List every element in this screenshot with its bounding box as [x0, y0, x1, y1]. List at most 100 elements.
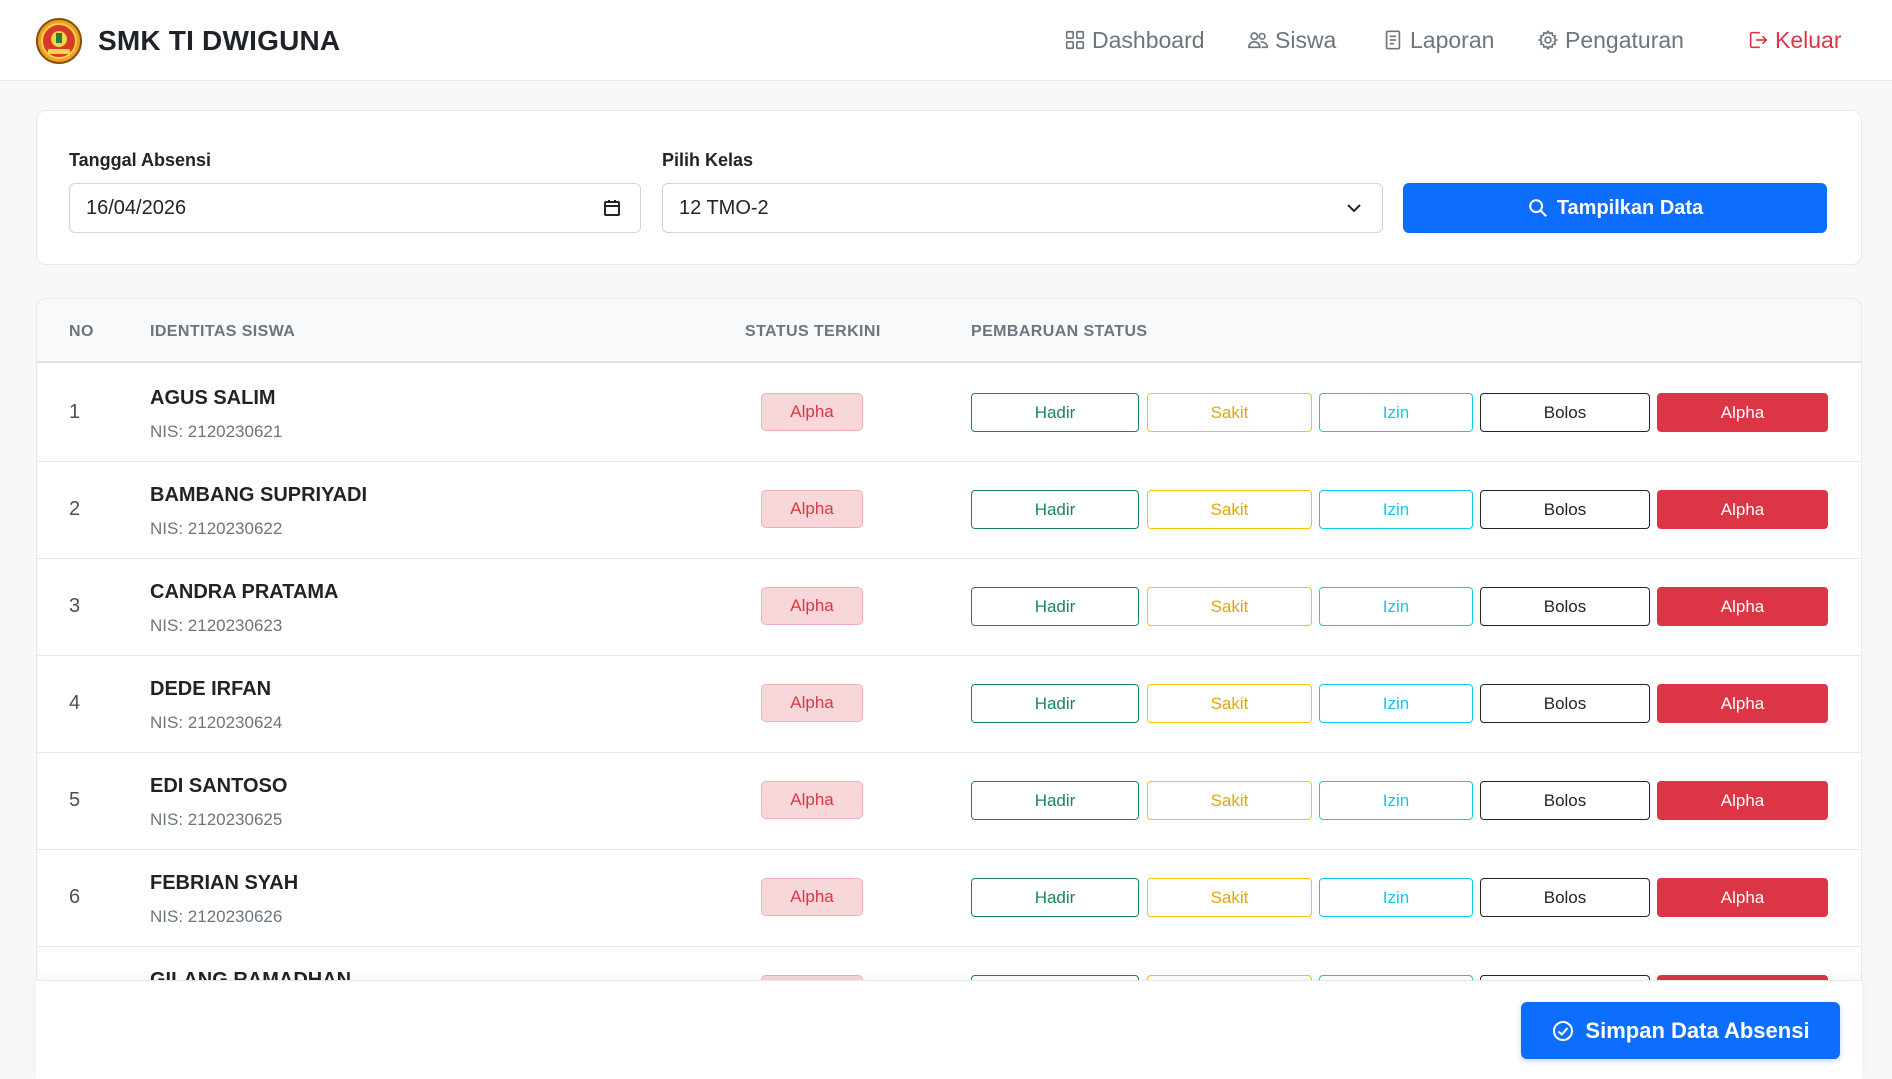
izin-button[interactable]: Izin [1319, 781, 1473, 820]
student-nis: NIS: 2120230621 [150, 422, 283, 441]
row-number: 3 [69, 595, 81, 617]
nav-keluar-label: Keluar [1775, 26, 1842, 53]
table-header: NO IDENTITAS SISWA STATUS TERKINI PEMBAR… [37, 299, 1861, 363]
student-name: BAMBANG SUPRIYADI [150, 484, 368, 506]
header-update-status: PEMBARUAN STATUS [971, 323, 1148, 340]
sakit-button-label: Sakit [1210, 887, 1249, 907]
izin-button[interactable]: Izin [1319, 684, 1473, 723]
nav-siswa-label: Siswa [1275, 26, 1337, 53]
student-name: DEDE IRFAN [150, 678, 272, 700]
izin-button[interactable]: Izin [1319, 490, 1473, 529]
hadir-button[interactable]: Hadir [971, 393, 1139, 432]
gear-icon [1537, 29, 1559, 51]
izin-button[interactable]: Izin [1319, 587, 1473, 626]
brand[interactable]: SMK TI DWIGUNA [35, 17, 340, 65]
alpha-button[interactable]: Alpha [1657, 781, 1828, 820]
alpha-button[interactable]: Alpha [1657, 878, 1828, 917]
hadir-button[interactable]: Hadir [971, 878, 1139, 917]
bolos-button[interactable]: Bolos [1480, 490, 1650, 529]
alpha-button[interactable]: Alpha [1657, 587, 1828, 626]
show-data-label: Tampilkan Data [1556, 196, 1704, 219]
student-nis: NIS: 2120230626 [150, 907, 283, 926]
bolos-button[interactable]: Bolos [1480, 684, 1650, 723]
table-row: 3 CANDRA PRATAMA NIS: 2120230623 Alpha Hadir… [37, 559, 1861, 656]
table-row: 2 BAMBANG SUPRIYADI NIS: 2120230622 Alpha Ha… [37, 462, 1861, 559]
calendar-icon[interactable] [602, 198, 622, 218]
alpha-button-label: Alpha [1720, 790, 1765, 810]
sakit-button[interactable]: Sakit [1147, 393, 1312, 432]
izin-button[interactable]: Izin [1319, 393, 1473, 432]
izin-button-label: Izin [1382, 402, 1410, 422]
bolos-button[interactable]: Bolos [1480, 878, 1650, 917]
nav-dashboard[interactable]: Dashboard [1064, 24, 1205, 56]
save-attendance-label: Simpan Data Absensi [1585, 1017, 1810, 1043]
alpha-button-label: Alpha [1720, 693, 1765, 713]
status-badge: Alpha [761, 393, 863, 431]
izin-button-label: Izin [1382, 790, 1410, 810]
show-data-button[interactable]: Tampilkan Data [1403, 183, 1827, 233]
nav-laporan[interactable]: Laporan [1382, 24, 1494, 56]
table-row: 6 FEBRIAN SYAH NIS: 2120230626 Alpha Hadir Sa… [37, 850, 1861, 947]
bolos-button-label: Bolos [1543, 596, 1587, 616]
table-row: 5 EDI SANTOSO NIS: 2120230625 Alpha Hadir Sak… [37, 753, 1861, 850]
alpha-button[interactable]: Alpha [1657, 393, 1828, 432]
izin-button-label: Izin [1382, 596, 1410, 616]
status-badge: Alpha [761, 587, 863, 625]
table-row: 4 DEDE IRFAN NIS: 2120230624 Alpha Hadir Saki… [37, 656, 1861, 753]
sakit-button-label: Sakit [1210, 596, 1249, 616]
alpha-button-label: Alpha [1720, 402, 1765, 422]
student-nis: NIS: 2120230625 [150, 810, 283, 829]
bolos-button-label: Bolos [1543, 693, 1587, 713]
hadir-button-label: Hadir [1034, 596, 1076, 616]
attendance-table: NO IDENTITAS SISWA STATUS TERKINI PEMBAR… [36, 298, 1862, 1079]
izin-button-label: Izin [1382, 499, 1410, 519]
bolos-button-label: Bolos [1543, 790, 1587, 810]
izin-button-label: Izin [1382, 887, 1410, 907]
student-name: FEBRIAN SYAH [150, 872, 299, 894]
nav-keluar[interactable]: Keluar [1747, 24, 1841, 56]
sakit-button[interactable]: Sakit [1147, 490, 1312, 529]
school-emblem-icon [36, 18, 82, 64]
date-label: Tanggal Absensi [69, 150, 212, 170]
hadir-button-label: Hadir [1034, 693, 1076, 713]
class-select[interactable]: 12 TMO-2 [662, 183, 1383, 233]
class-value: 12 TMO-2 [679, 196, 769, 219]
people-icon [1248, 32, 1268, 49]
nav-pengaturan[interactable]: Pengaturan [1537, 24, 1684, 56]
nav-laporan-label: Laporan [1410, 26, 1495, 53]
class-label: Pilih Kelas [662, 150, 754, 170]
alpha-button[interactable]: Alpha [1657, 490, 1828, 529]
top-navbar: SMK TI DWIGUNA Dashboard Siswa Laporan P… [0, 0, 1892, 81]
nav-pengaturan-label: Pengaturan [1565, 26, 1684, 53]
sakit-button[interactable]: Sakit [1147, 587, 1312, 626]
alpha-button[interactable]: Alpha [1657, 684, 1828, 723]
bolos-button[interactable]: Bolos [1480, 781, 1650, 820]
sakit-button[interactable]: Sakit [1147, 781, 1312, 820]
student-name: AGUS SALIM [150, 387, 276, 409]
status-badge: Alpha [761, 781, 863, 819]
hadir-button[interactable]: Hadir [971, 490, 1139, 529]
bolos-button-label: Bolos [1543, 887, 1587, 907]
nav-siswa[interactable]: Siswa [1247, 24, 1336, 56]
izin-button[interactable]: Izin [1319, 878, 1473, 917]
student-nis: NIS: 2120230624 [150, 713, 283, 732]
save-attendance-button[interactable]: Simpan Data Absensi [1521, 1002, 1840, 1059]
sakit-button[interactable]: Sakit [1147, 878, 1312, 917]
date-input[interactable]: 16/04/2026 [69, 183, 641, 233]
hadir-button-label: Hadir [1034, 887, 1076, 907]
bolos-button[interactable]: Bolos [1480, 393, 1650, 432]
chevron-down-icon [1347, 204, 1361, 213]
header-current-status: STATUS TERKINI [745, 323, 881, 340]
date-value: 16/04/2026 [86, 196, 187, 219]
student-nis: NIS: 2120230622 [150, 519, 283, 538]
hadir-button[interactable]: Hadir [971, 684, 1139, 723]
student-name: CANDRA PRATAMA [150, 581, 339, 603]
nav-dashboard-label: Dashboard [1092, 26, 1205, 53]
sakit-button[interactable]: Sakit [1147, 684, 1312, 723]
izin-button-label: Izin [1382, 693, 1410, 713]
status-badge: Alpha [761, 490, 863, 528]
hadir-button[interactable]: Hadir [971, 587, 1139, 626]
brand-name: SMK TI DWIGUNA [98, 25, 341, 56]
hadir-button[interactable]: Hadir [971, 781, 1139, 820]
bolos-button[interactable]: Bolos [1480, 587, 1650, 626]
